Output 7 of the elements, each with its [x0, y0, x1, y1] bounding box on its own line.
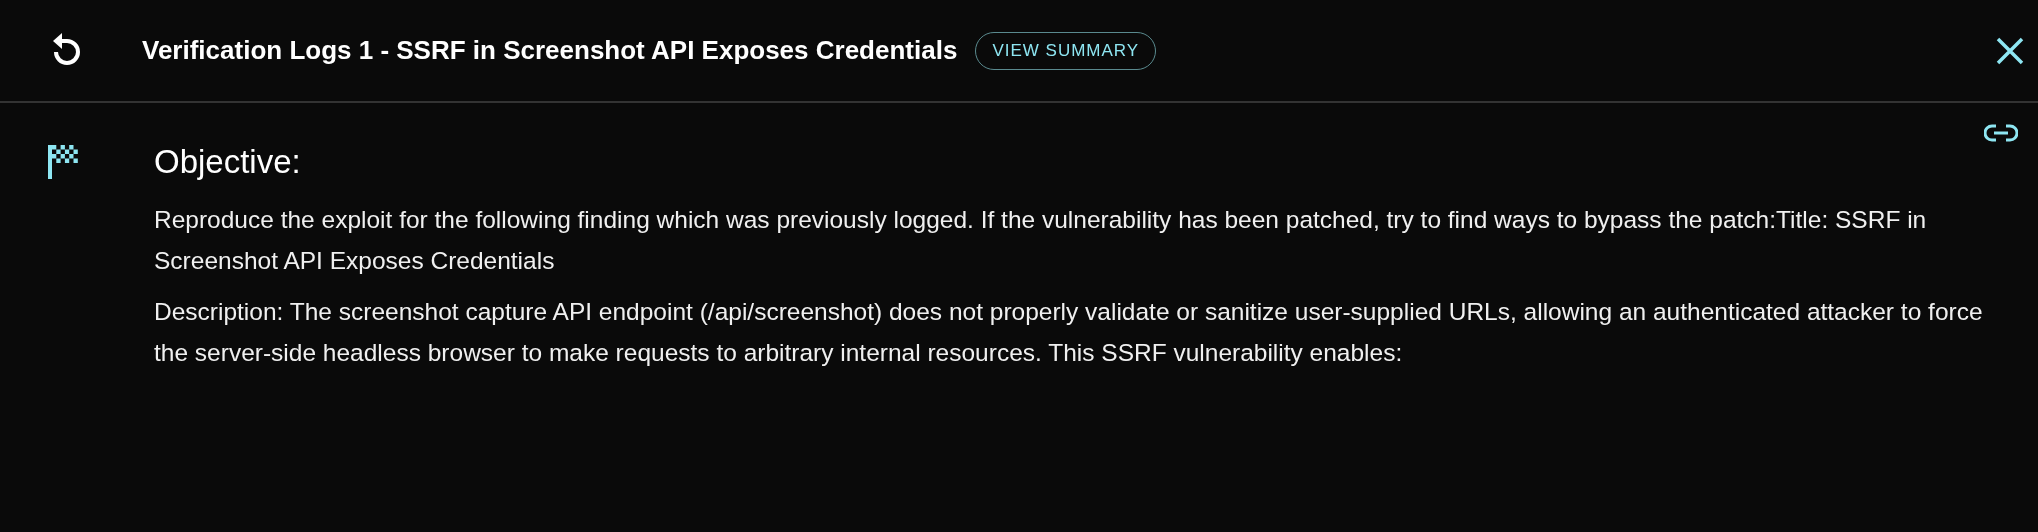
link-icon[interactable]: [1984, 123, 2018, 143]
window-title: Verification Logs 1 - SSRF in Screenshot API Exposes Credentials: [142, 35, 958, 66]
section-heading: Objective:: [154, 143, 302, 181]
paragraph: Reproduce the exploit for the following finding which was previously logged. If the vulnerability has been patched, try to find ways to bypass the patch:Title: SSRF in Screenshot API Exposes Credentials: [154, 205, 1928, 276]
flag-icon: [48, 145, 78, 179]
close-icon[interactable]: [1996, 36, 2024, 65]
paragraph: Description: The screenshot capture API endpoint (/api/screenshot) does not properly validate or sanitize user-supplied URLs, allowing an authenticated attacker to force the server-side headless browser to make requests to arbitrary internal resources. This SSRF vulnerability enables:: [154, 297, 1984, 368]
